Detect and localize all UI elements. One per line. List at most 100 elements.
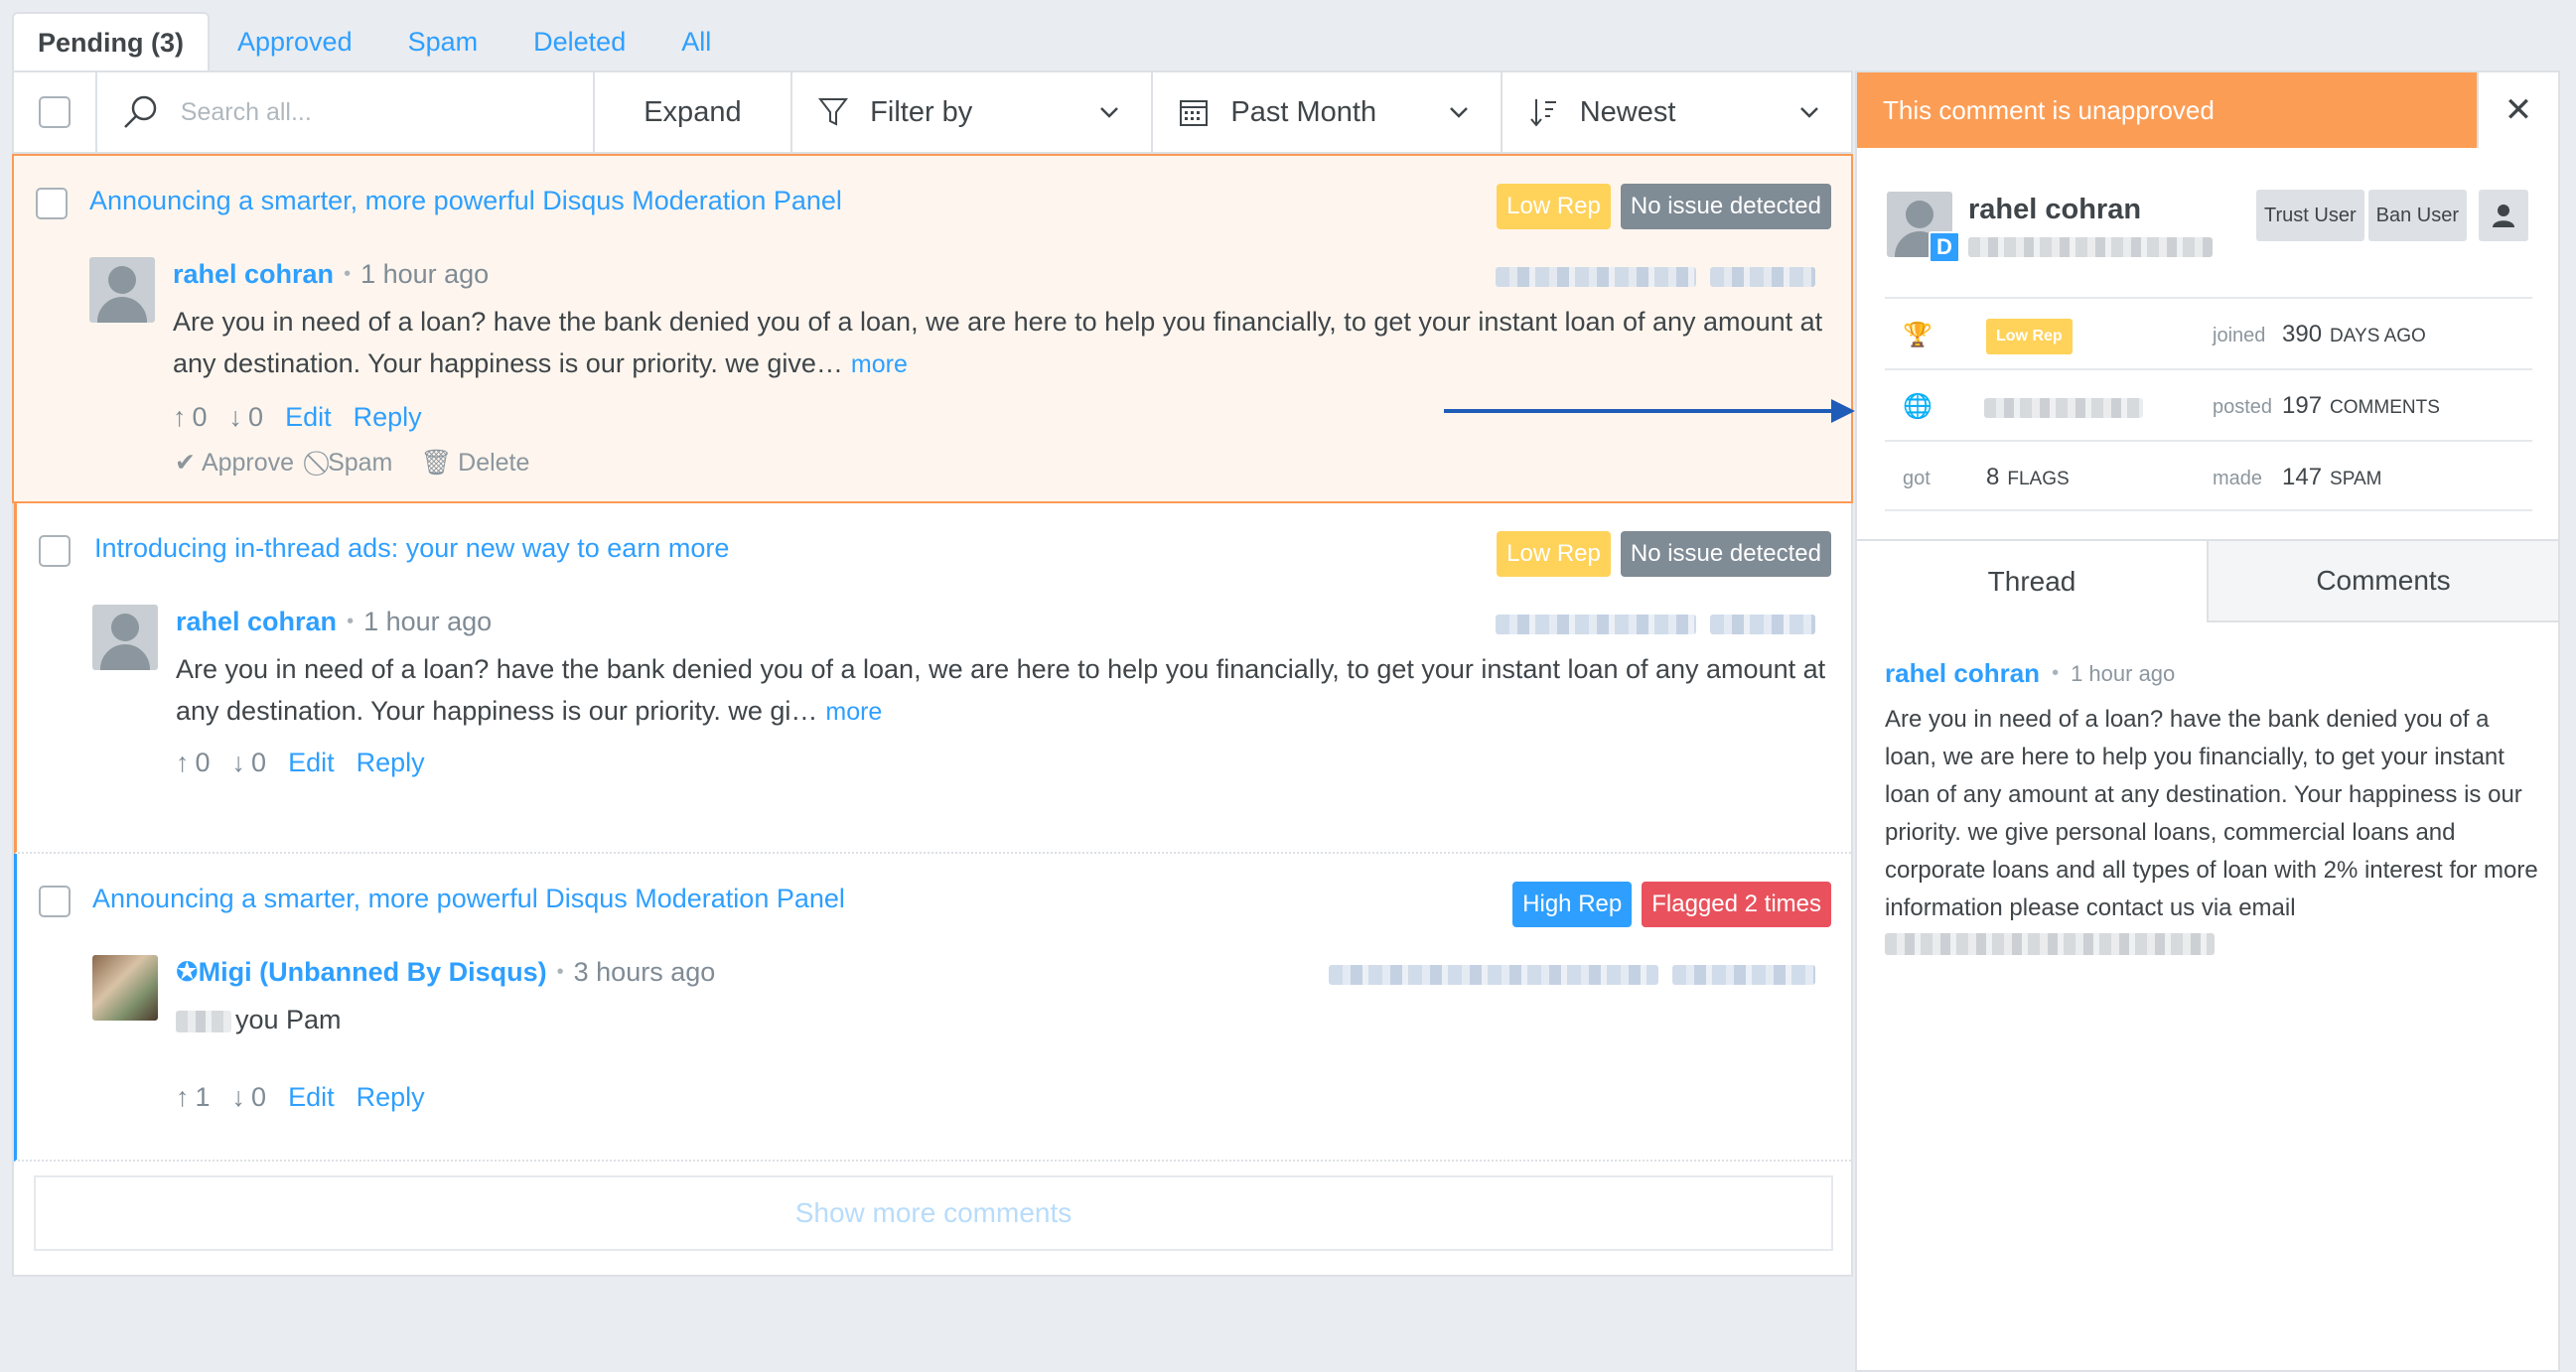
funnel-icon [818,98,849,126]
tab-deleted[interactable]: Deleted [505,12,653,71]
status-tabs: Pending (3) Approved Spam Deleted All [12,12,739,71]
no-issue-badge: No issue detected [1620,184,1831,229]
comment-meta: rahel cohran • 1 hour ago [173,259,489,290]
search-input[interactable] [180,97,558,127]
timestamp: 3 hours ago [573,957,716,987]
more-link[interactable]: more [825,698,882,726]
joined-label: joined [2213,325,2266,346]
comment-badges: High Rep Flagged 2 times [1512,882,1831,927]
close-button[interactable]: ✕ [2477,72,2558,148]
low-rep-badge: Low Rep [1986,319,2073,354]
author-link[interactable]: ✪Migi (Unbanned By Disqus) [176,957,547,988]
show-more-button[interactable]: Show more comments [34,1175,1833,1251]
thread-title-link[interactable]: Introducing in-thread ads: your new way … [94,533,729,564]
comment-actions: ↑ 1 ↓ 0 Edit Reply [176,1082,425,1113]
joined-value: 390 DAYS AGO [2282,321,2426,347]
comment-actions: ↑ 0 ↓ 0 Edit Reply [173,402,422,433]
edit-link[interactable]: Edit [288,748,335,778]
edit-link[interactable]: Edit [285,402,332,433]
comment-checkbox[interactable] [39,886,71,917]
trust-user-button[interactable]: Trust User [2256,190,2364,241]
downvote-button[interactable]: ↓ 0 [232,748,267,778]
tab-all[interactable]: All [653,12,739,71]
comment-text: you Pam [235,1005,342,1034]
flagged-badge: Flagged 2 times [1642,882,1831,927]
sort-dropdown[interactable]: Newest [1503,72,1851,152]
downvote-button[interactable]: ↓ 0 [229,402,264,433]
chevron-down-icon [1800,107,1818,118]
comment-body: Are you in need of a loan? have the bank… [173,301,1841,385]
trash-icon: 🗑 [420,448,453,477]
low-rep-badge: Low Rep [1497,531,1611,577]
reply-link[interactable]: Reply [357,1082,425,1113]
comment-item[interactable]: Announcing a smarter, more powerful Disq… [14,854,1851,1162]
spam-button[interactable]: ⃠Spam [322,448,392,478]
upvote-button[interactable]: ↑ 1 [176,1082,211,1113]
author-link[interactable]: rahel cohran [176,607,337,637]
comment-item[interactable]: Introducing in-thread ads: your new way … [14,503,1851,854]
approve-button[interactable]: ✔ Approve [175,448,294,478]
reply-link[interactable]: Reply [357,748,425,778]
comment-text: Are you in need of a loan? have the bank… [173,307,1823,378]
no-issue-badge: No issue detected [1620,531,1831,577]
reply-link[interactable]: Reply [354,402,422,433]
redacted-location [1984,396,2143,419]
globe-icon: 🌐 [1903,393,1932,420]
tab-thread[interactable]: Thread [1857,539,2209,622]
thread-author-link[interactable]: rahel cohran [1885,658,2040,689]
tab-pending[interactable]: Pending (3) [12,12,210,71]
delete-button[interactable]: 🗑 Delete [420,448,529,478]
comment-item[interactable]: Announcing a smarter, more powerful Disq… [12,154,1855,503]
toolbar: Expand Filter by Past Month Newest [14,72,1851,154]
comment-checkbox[interactable] [36,188,68,219]
thread-timestamp: 1 hour ago [2071,660,2176,686]
thread-comment-text: Are you in need of a loan? have the bank… [1885,706,2538,921]
thread-title-link[interactable]: Announcing a smarter, more powerful Disq… [92,884,845,914]
upvote-count: 0 [195,748,211,777]
more-link[interactable]: more [851,350,908,378]
tab-spam[interactable]: Spam [380,12,506,71]
avatar[interactable] [92,605,158,670]
filter-dropdown[interactable]: Filter by [792,72,1154,152]
upvote-count: 0 [192,402,208,432]
downvote-button[interactable]: ↓ 0 [232,1082,267,1113]
select-all-checkbox[interactable] [38,96,71,128]
made-label: made [2213,468,2263,489]
user-icon [2492,205,2514,227]
ban-user-button[interactable]: Ban User [2367,190,2467,241]
expand-button[interactable]: Expand [595,72,793,152]
upvote-button[interactable]: ↑ 0 [173,402,208,433]
chevron-down-icon [1100,107,1119,118]
sort-icon [1529,99,1556,127]
tab-approved[interactable]: Approved [210,12,380,71]
arrow-right-icon [1444,399,1855,423]
thread-title-link[interactable]: Announcing a smarter, more powerful Disq… [89,186,842,216]
comment-actions: ↑ 0 ↓ 0 Edit Reply [176,748,425,778]
upvote-button[interactable]: ↑ 0 [176,748,211,778]
select-all-cell [14,72,97,152]
thread-comment: rahel cohran • 1 hour ago Are you in nee… [1885,658,2540,955]
stat-row-posted: 🌐 posted 197 COMMENTS [1885,368,2532,440]
avatar[interactable] [92,955,158,1021]
spam-value: 147 SPAM [2282,464,2382,490]
comment-badges: Low Rep No issue detected [1497,531,1831,577]
comment-checkbox[interactable] [39,535,71,567]
user-name[interactable]: rahel cohran [1968,194,2141,226]
author-link[interactable]: rahel cohran [173,259,334,290]
search-icon [123,95,157,128]
disqus-d-icon: D [1929,231,1960,263]
downvote-count: 0 [248,402,264,432]
avatar[interactable] [89,257,155,323]
stat-row-rep: 🏆 Low Rep joined 390 DAYS AGO [1885,297,2532,368]
tab-comments[interactable]: Comments [2209,539,2558,622]
date-dropdown[interactable]: Past Month [1153,72,1503,152]
redacted-email [1885,933,2540,955]
high-rep-badge: High Rep [1512,882,1633,927]
separator-dot: • [556,961,564,983]
posted-label: posted [2213,396,2273,418]
arrow-down-icon: ↓ [231,1082,246,1112]
stat-row-flags: got 8 FLAGS made 147 SPAM [1885,440,2532,511]
edit-link[interactable]: Edit [288,1082,335,1113]
separator-dot: • [2052,662,2060,684]
user-profile-button[interactable] [2478,190,2528,241]
